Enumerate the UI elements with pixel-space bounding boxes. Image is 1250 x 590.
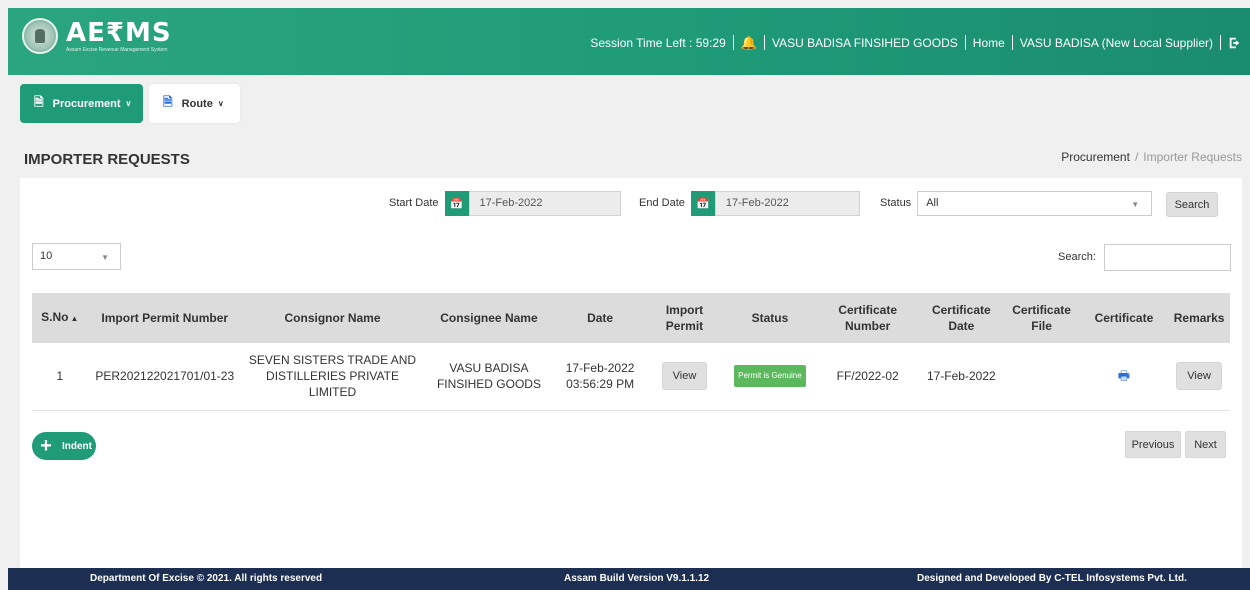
requests-card: Start Date 📅 17-Feb-2022 End Date 📅 17-F… [20, 178, 1242, 568]
column-header[interactable]: Remarks [1168, 293, 1230, 343]
column-header[interactable]: Import Permit Number [87, 293, 242, 343]
logo-title: AE₹MS [66, 17, 172, 48]
column-header[interactable]: Certificate File [1003, 293, 1080, 343]
end-date-label: End Date [639, 197, 685, 209]
column-header[interactable]: Status [723, 293, 817, 343]
footer-developer: Designed and Developed By C-TEL Infosyst… [917, 573, 1187, 584]
view-permit-button[interactable]: View [661, 362, 708, 391]
status-select-value: All [926, 196, 939, 209]
start-date-filter: Start Date 📅 17-Feb-2022 [389, 190, 621, 216]
cell-certificate: 🖶 [1079, 343, 1169, 411]
breadcrumb-separator: / [1134, 150, 1139, 164]
requests-table: S.No ▲ Import Permit Number Consignor Nam… [32, 293, 1230, 411]
cell-consignor: SEVEN SISTERS TRADE AND DISTILLERIES PRI… [241, 343, 424, 411]
end-date-filter: End Date 📅 17-Feb-2022 [639, 190, 860, 216]
top-header: AE₹MS Assam Excise Revenue Management Sy… [8, 8, 1250, 75]
nav-route-label: Route [181, 97, 213, 110]
app-logo[interactable]: AE₹MS Assam Excise Revenue Management Sy… [22, 18, 172, 54]
divider [763, 35, 765, 50]
divider [1220, 35, 1221, 50]
printer-icon[interactable]: 🖶 [1118, 368, 1130, 383]
column-header[interactable]: Certificate Date [919, 293, 1004, 343]
column-header[interactable]: S.No ▲ [32, 293, 88, 343]
table-header-row: S.No ▲ Import Permit Number Consignor Nam… [32, 293, 1230, 343]
view-remarks-button[interactable]: View [1176, 362, 1222, 391]
column-header[interactable]: Certificate [1079, 293, 1169, 343]
calendar-icon[interactable]: 📅 [444, 190, 469, 216]
chevron-down-icon: ∨ [125, 99, 132, 108]
table-row: 1 PER202122021701/01-23 SEVEN SISTERS TR… [32, 343, 1230, 411]
cell-consignee: VASU BADISA FINSIHED GOODS [423, 343, 555, 411]
footer-build-version: Assam Build Version V9.1.1.12 [564, 573, 710, 584]
cell-certificate-date: 17-Feb-2022 [919, 343, 1004, 411]
sort-up-icon: ▲ [70, 314, 79, 323]
cell-certificate-number: FF/2022-02 [816, 343, 920, 411]
next-button[interactable]: Next [1185, 431, 1226, 458]
status-badge: Permit is Genuine [734, 365, 806, 388]
plus-icon: + [40, 434, 52, 457]
breadcrumb-procurement[interactable]: Procurement [1061, 150, 1130, 164]
cell-status: Permit is Genuine [723, 343, 817, 411]
column-header[interactable]: Date [554, 293, 646, 343]
search-button[interactable]: Search [1166, 192, 1218, 217]
column-header[interactable]: Certificate Number [816, 293, 920, 343]
indent-label: Indent [62, 440, 92, 452]
footer: Department Of Excise © 2021. All rights … [8, 568, 1250, 590]
caret-down-icon: ▼ [101, 253, 109, 262]
logo-subtitle: Assam Excise Revenue Management System [66, 46, 168, 53]
cell-permit-number: PER202122021701/01-23 [87, 343, 242, 411]
home-link[interactable]: Home [973, 36, 1005, 50]
page-length-value: 10 [40, 250, 53, 262]
table-search-label: Search: [1058, 251, 1096, 263]
breadcrumb-current: Importer Requests [1143, 150, 1242, 164]
nav-route[interactable]: 🗎 Route ∨ [149, 84, 240, 123]
caret-down-icon: ▼ [1131, 199, 1140, 209]
column-header[interactable]: Consignor Name [241, 293, 424, 343]
column-header-label: S.No [41, 310, 69, 324]
logout-icon[interactable] [1228, 36, 1242, 50]
main-nav: 🗎 Procurement ∨ 🗎 Route ∨ [20, 84, 240, 123]
end-date-input[interactable]: 17-Feb-2022 [714, 190, 860, 216]
indent-button[interactable]: + Indent [32, 432, 96, 460]
footer-copyright: Department Of Excise © 2021. All rights … [90, 573, 323, 584]
calendar-icon[interactable]: 📅 [690, 190, 715, 216]
breadcrumb: Procurement / Importer Requests [1061, 150, 1242, 164]
header-menu: Session Time Left : 59:29 🔔 VASU BADISA … [590, 35, 1242, 50]
session-timer: Session Time Left : 59:29 [590, 35, 726, 50]
cell-certificate-file [1003, 343, 1080, 411]
column-header[interactable]: Import Permit [645, 293, 724, 343]
cell-sno: 1 [32, 343, 88, 411]
state-emblem-icon [22, 18, 58, 54]
nav-procurement-label: Procurement [52, 97, 121, 110]
status-filter: Status All ▼ [880, 190, 1153, 216]
logo-text-block: AE₹MS Assam Excise Revenue Management Sy… [66, 20, 172, 53]
previous-button[interactable]: Previous [1125, 431, 1181, 458]
cell-remarks: View [1168, 343, 1230, 411]
divider [1011, 35, 1013, 50]
route-icon: 🗎 [163, 95, 173, 109]
chevron-down-icon: ∨ [217, 99, 224, 108]
page-title: IMPORTER REQUESTS [24, 151, 190, 168]
divider [732, 35, 734, 50]
document-icon: 🗎 [34, 95, 44, 109]
status-select[interactable]: All ▼ [917, 190, 1153, 216]
divider [964, 35, 966, 50]
start-date-input[interactable]: 17-Feb-2022 [468, 190, 621, 216]
column-header[interactable]: Consignee Name [423, 293, 555, 343]
table-search-input[interactable] [1104, 244, 1231, 271]
bell-icon[interactable]: 🔔 [741, 36, 757, 49]
cell-date: 17-Feb-2022 03:56:29 PM [554, 343, 646, 411]
user-entity-link[interactable]: VASU BADISA FINSIHED GOODS [772, 36, 958, 50]
status-label: Status [880, 197, 912, 209]
start-date-label: Start Date [389, 197, 439, 209]
page-length-select[interactable]: 10 ▼ [32, 243, 121, 270]
nav-procurement[interactable]: 🗎 Procurement ∨ [20, 84, 143, 123]
user-role-link[interactable]: VASU BADISA (New Local Supplier) [1020, 36, 1213, 50]
cell-import-permit: View [645, 343, 724, 411]
